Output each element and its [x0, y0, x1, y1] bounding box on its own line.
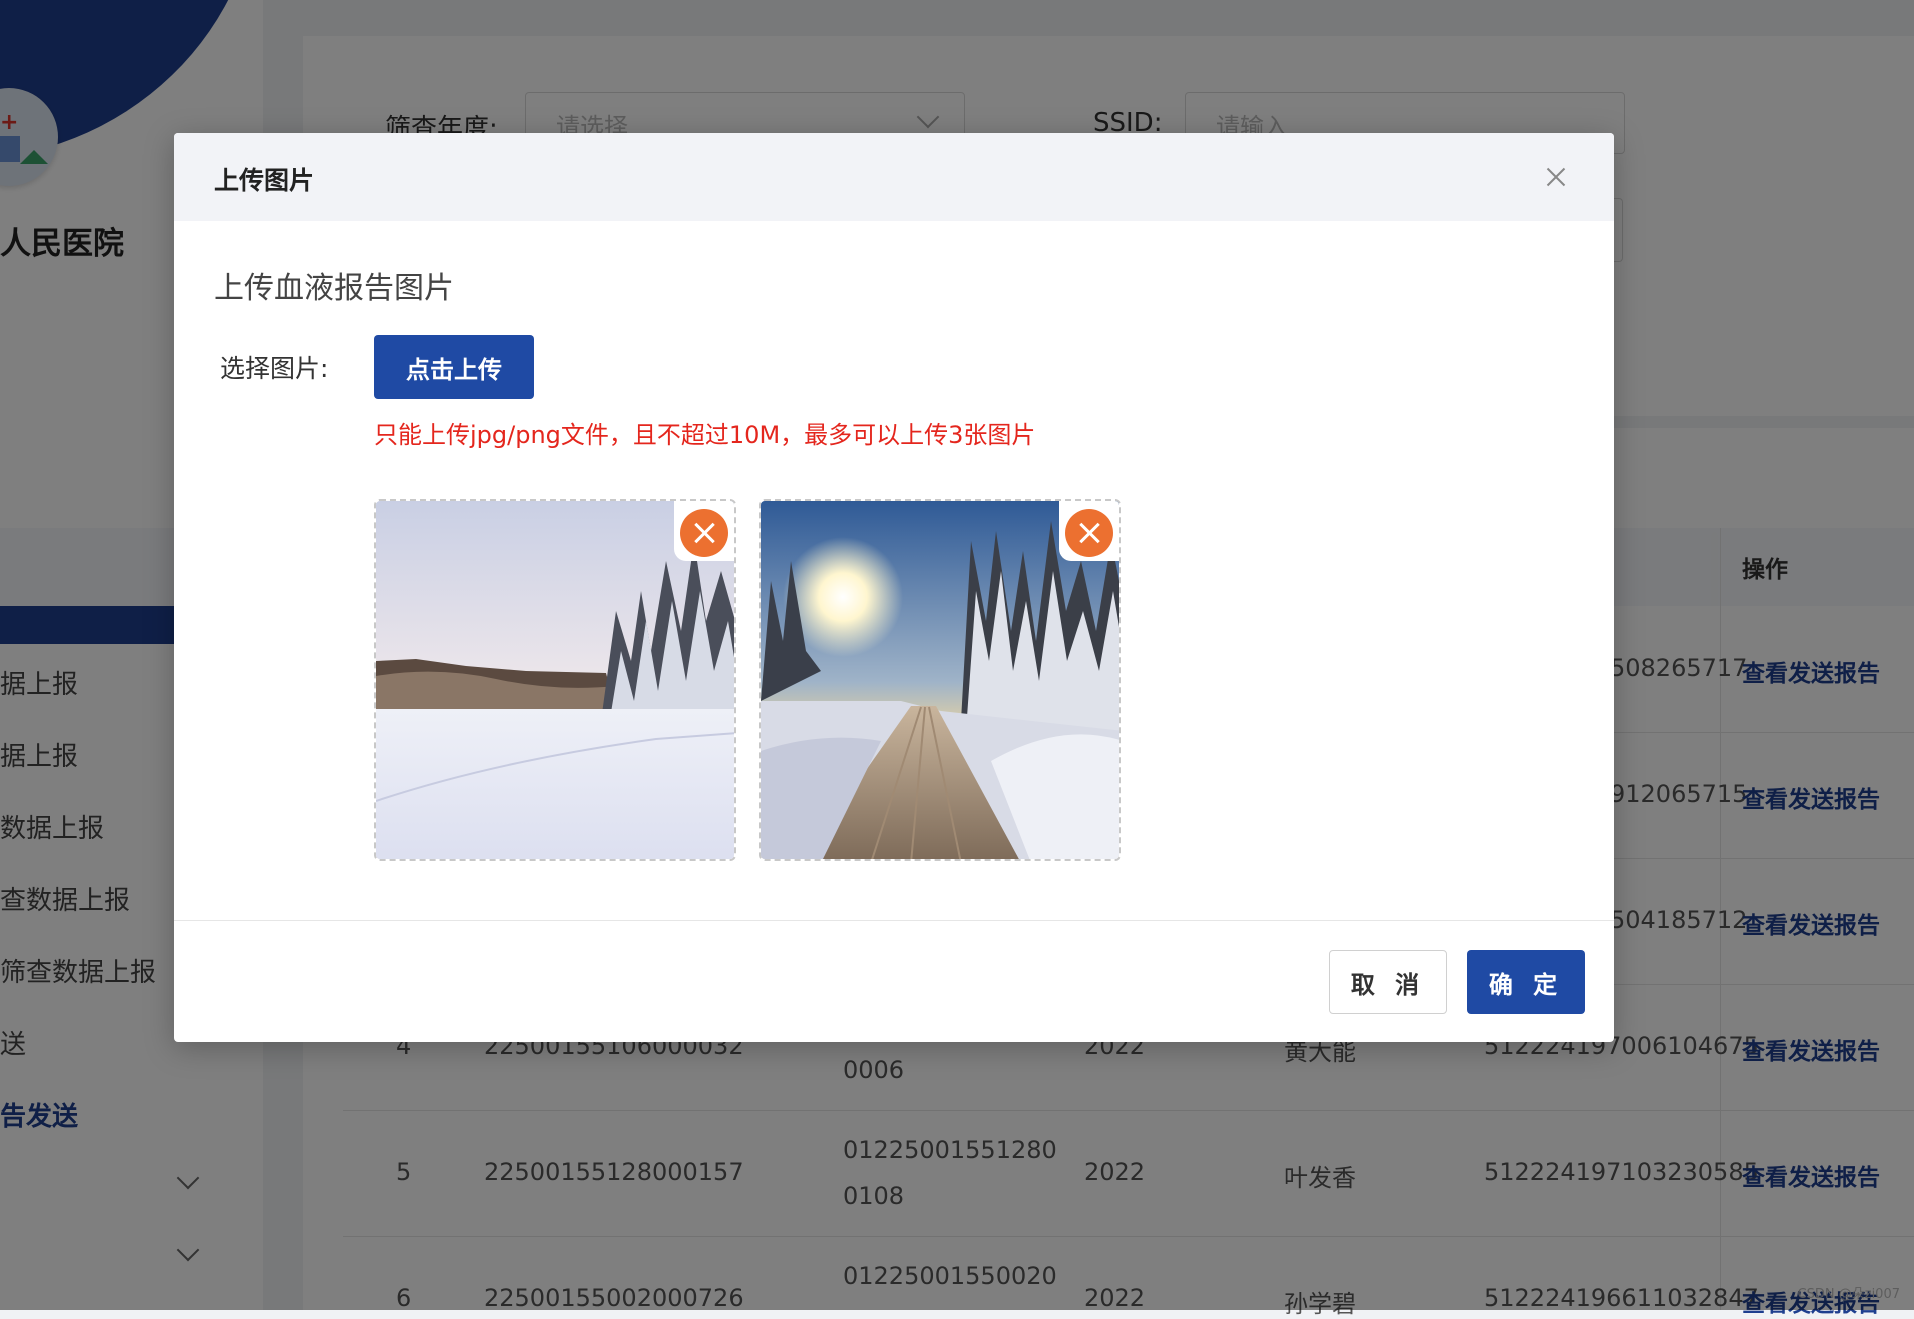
confirm-button[interactable]: 确 定 — [1467, 950, 1585, 1014]
uploaded-image-thumbnail[interactable] — [374, 499, 736, 861]
upload-image-dialog: 上传图片 上传血液报告图片 选择图片: 点击上传 只能上传jpg/png文件，且… — [174, 133, 1614, 1042]
uploaded-image-thumbnail[interactable] — [759, 499, 1121, 861]
remove-image-button[interactable] — [674, 501, 734, 561]
upload-tip: 只能上传jpg/png文件，且不超过10M，最多可以上传3张图片 — [374, 421, 1036, 449]
section-title: 上传血液报告图片 — [214, 271, 454, 306]
remove-image-button[interactable] — [1059, 501, 1119, 561]
close-icon[interactable] — [1534, 155, 1578, 199]
upload-button[interactable]: 点击上传 — [374, 335, 534, 399]
dialog-title: 上传图片 — [214, 166, 315, 195]
dialog-footer-divider — [174, 920, 1614, 921]
dialog-header: 上传图片 — [174, 133, 1614, 221]
close-icon — [1065, 509, 1113, 557]
cancel-button[interactable]: 取 消 — [1329, 950, 1447, 1014]
select-image-label: 选择图片: — [220, 354, 329, 383]
close-icon — [680, 509, 728, 557]
